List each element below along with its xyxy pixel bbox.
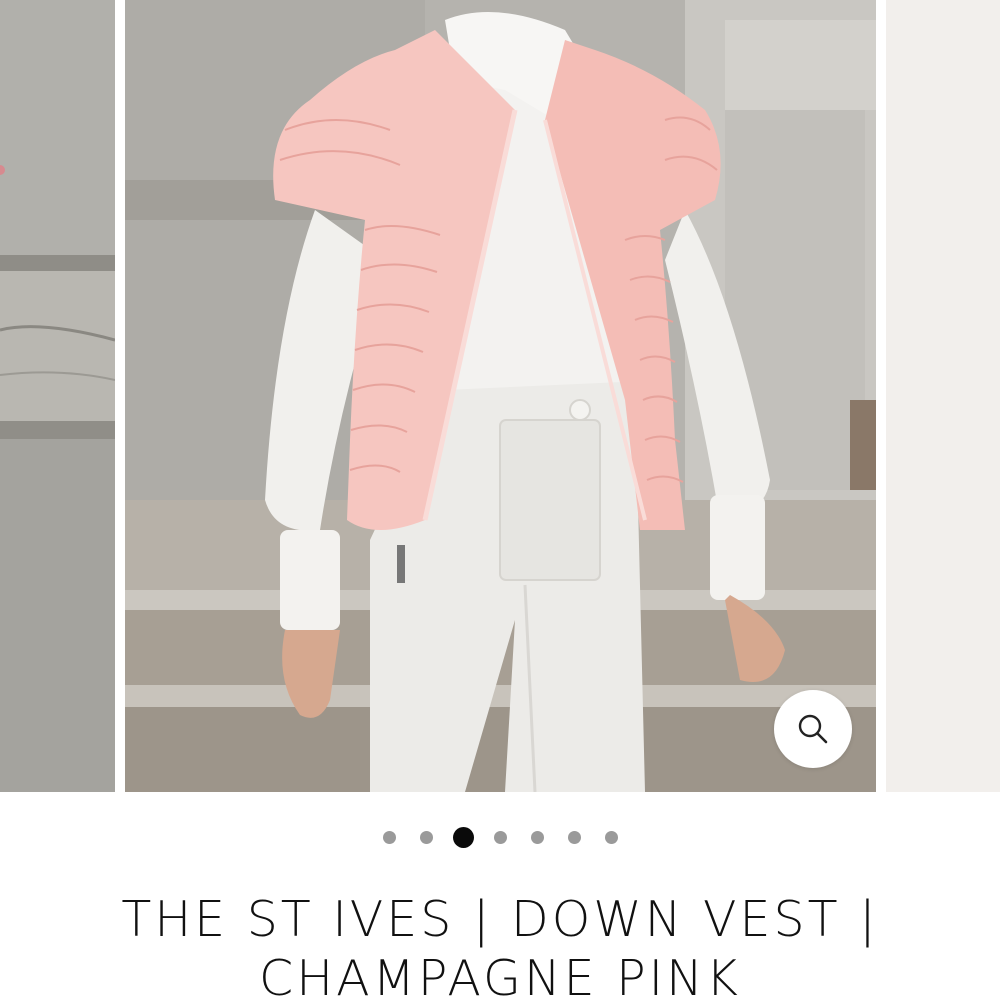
carousel-dot-7[interactable] bbox=[604, 830, 618, 844]
product-title: THE ST IVES | DOWN VEST | CHAMPAGNE PINK bbox=[60, 890, 940, 1000]
product-title-line-2: CHAMPAGNE PINK bbox=[259, 950, 741, 1000]
carousel-dot-1[interactable] bbox=[382, 830, 396, 844]
carousel-dot-6[interactable] bbox=[567, 830, 581, 844]
magnifier-icon bbox=[798, 714, 828, 744]
next-slide-image[interactable] bbox=[886, 0, 1000, 792]
product-image-carousel[interactable] bbox=[0, 0, 1000, 792]
product-page: THE ST IVES | DOWN VEST | CHAMPAGNE PINK bbox=[0, 0, 1000, 1000]
carousel-pagination bbox=[0, 820, 1000, 854]
product-title-line-1: THE ST IVES | DOWN VEST | bbox=[121, 891, 879, 948]
carousel-dot-4[interactable] bbox=[493, 830, 507, 844]
zoom-button[interactable] bbox=[774, 690, 852, 768]
previous-slide-image[interactable] bbox=[0, 0, 115, 792]
carousel-dot-2[interactable] bbox=[419, 830, 433, 844]
carousel-dot-3-active[interactable] bbox=[452, 826, 474, 848]
carousel-dot-5[interactable] bbox=[530, 830, 544, 844]
main-product-image[interactable] bbox=[125, 0, 876, 792]
